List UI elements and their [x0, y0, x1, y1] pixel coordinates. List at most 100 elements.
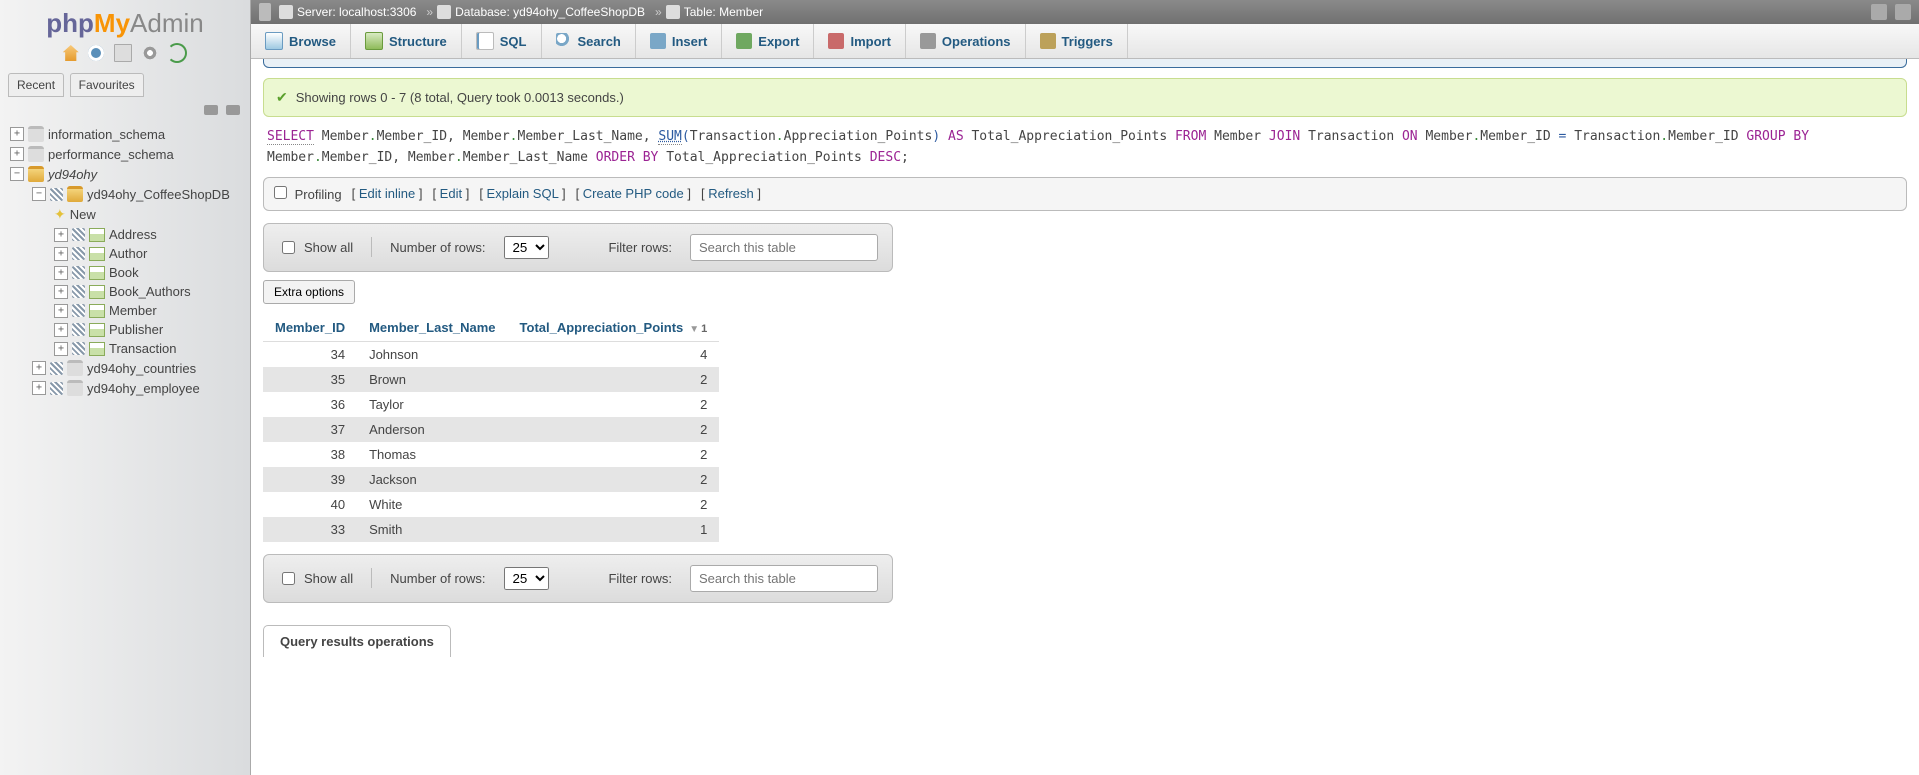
table-row[interactable]: 33Smith1 — [263, 517, 719, 542]
expand-icon[interactable]: + — [54, 342, 68, 356]
tree-item-new[interactable]: ✦New — [4, 204, 250, 225]
tree-item-book[interactable]: +Book — [4, 263, 250, 282]
profiling-checkbox[interactable]: Profiling — [274, 186, 342, 202]
table-row[interactable]: 34Johnson4 — [263, 341, 719, 367]
col-member_last_name[interactable]: Member_Last_Name — [357, 314, 507, 342]
expand-icon[interactable]: + — [54, 304, 68, 318]
tab-search[interactable]: Search — [542, 24, 636, 58]
collapse-icon[interactable]: − — [32, 187, 46, 201]
cell-member_id[interactable]: 36 — [263, 392, 357, 417]
tab-insert[interactable]: Insert — [636, 24, 722, 58]
favourites-tab[interactable]: Favourites — [70, 73, 144, 97]
breadcrumb-server[interactable]: Server: localhost:3306 — [279, 5, 416, 19]
settings-icon[interactable] — [142, 45, 158, 61]
collapse-icon[interactable]: − — [10, 167, 24, 181]
cell-total_appreciation_points[interactable]: 1 — [508, 517, 720, 542]
expand-icon[interactable]: + — [54, 266, 68, 280]
cell-total_appreciation_points[interactable]: 2 — [508, 392, 720, 417]
filter-rows-input-bottom[interactable] — [690, 565, 878, 592]
breadcrumb-database[interactable]: Database: yd94ohy_CoffeeShopDB — [437, 5, 645, 19]
cell-member_id[interactable]: 33 — [263, 517, 357, 542]
tree-item-address[interactable]: +Address — [4, 225, 250, 244]
cell-total_appreciation_points[interactable]: 2 — [508, 467, 720, 492]
expand-icon[interactable]: + — [32, 381, 46, 395]
cell-member_id[interactable]: 37 — [263, 417, 357, 442]
tree-item-yd94ohy-employee[interactable]: +yd94ohy_employee — [4, 378, 250, 398]
show-all-checkbox[interactable]: Show all — [278, 238, 353, 257]
cell-total_appreciation_points[interactable]: 2 — [508, 367, 720, 392]
tab-import[interactable]: Import — [814, 24, 905, 58]
table-row[interactable]: 38Thomas2 — [263, 442, 719, 467]
cell-member_last_name[interactable]: White — [357, 492, 507, 517]
cell-total_appreciation_points[interactable]: 2 — [508, 492, 720, 517]
expand-icon[interactable]: + — [10, 147, 24, 161]
extra-options-button[interactable]: Extra options — [263, 280, 355, 304]
tab-sql[interactable]: SQL — [462, 24, 542, 58]
cell-member_id[interactable]: 34 — [263, 341, 357, 367]
cell-member_last_name[interactable]: Smith — [357, 517, 507, 542]
query-results-operations-tab[interactable]: Query results operations — [263, 625, 451, 657]
expand-icon[interactable] — [1895, 4, 1911, 20]
tree-item-yd94ohy-countries[interactable]: +yd94ohy_countries — [4, 358, 250, 378]
cell-member_last_name[interactable]: Brown — [357, 367, 507, 392]
cell-member_id[interactable]: 38 — [263, 442, 357, 467]
nav-toggle-handle[interactable] — [259, 3, 271, 21]
cell-total_appreciation_points[interactable]: 4 — [508, 341, 720, 367]
recent-tab[interactable]: Recent — [8, 73, 64, 97]
cell-member_last_name[interactable]: Jackson — [357, 467, 507, 492]
cell-member_last_name[interactable]: Anderson — [357, 417, 507, 442]
unlink-icon[interactable] — [226, 105, 240, 115]
collapse-all-icon[interactable] — [204, 105, 218, 115]
tab-triggers[interactable]: Triggers — [1026, 24, 1128, 58]
cell-member_last_name[interactable]: Taylor — [357, 392, 507, 417]
cell-total_appreciation_points[interactable]: 2 — [508, 417, 720, 442]
tree-item-performance-schema[interactable]: +performance_schema — [4, 144, 250, 164]
cell-member_last_name[interactable]: Johnson — [357, 341, 507, 367]
docs-icon[interactable] — [114, 44, 132, 62]
expand-icon[interactable]: + — [10, 127, 24, 141]
expand-icon[interactable]: + — [54, 247, 68, 261]
tab-operations[interactable]: Operations — [906, 24, 1026, 58]
expand-icon[interactable]: + — [32, 361, 46, 375]
tab-browse[interactable]: Browse — [251, 24, 351, 58]
tab-export[interactable]: Export — [722, 24, 814, 58]
explain-sql-link[interactable]: Explain SQL — [487, 186, 559, 201]
tree-item-publisher[interactable]: +Publisher — [4, 320, 250, 339]
logout-icon[interactable] — [88, 45, 104, 61]
tree-item-transaction[interactable]: +Transaction — [4, 339, 250, 358]
show-all-checkbox-bottom[interactable]: Show all — [278, 569, 353, 588]
create-php-link[interactable]: Create PHP code — [583, 186, 684, 201]
table-row[interactable]: 39Jackson2 — [263, 467, 719, 492]
tree-item-author[interactable]: +Author — [4, 244, 250, 263]
table-row[interactable]: 36Taylor2 — [263, 392, 719, 417]
edit-link[interactable]: Edit — [440, 186, 462, 201]
table-row[interactable]: 37Anderson2 — [263, 417, 719, 442]
logo[interactable]: phpMyAdmin — [0, 0, 250, 41]
cell-total_appreciation_points[interactable]: 2 — [508, 442, 720, 467]
tab-structure[interactable]: Structure — [351, 24, 462, 58]
tree-item-member[interactable]: +Member — [4, 301, 250, 320]
expand-icon[interactable]: + — [54, 285, 68, 299]
col-member_id[interactable]: Member_ID — [263, 314, 357, 342]
tree-item-yd94ohy-coffeeshopdb[interactable]: −yd94ohy_CoffeeShopDB — [4, 184, 250, 204]
cell-member_id[interactable]: 40 — [263, 492, 357, 517]
tree-item-yd94ohy[interactable]: −yd94ohy — [4, 164, 250, 184]
tree-item-book-authors[interactable]: +Book_Authors — [4, 282, 250, 301]
cell-member_last_name[interactable]: Thomas — [357, 442, 507, 467]
expand-icon[interactable]: + — [54, 228, 68, 242]
expand-icon[interactable]: + — [54, 323, 68, 337]
num-rows-select-bottom[interactable]: 25 — [504, 567, 549, 590]
refresh-link[interactable]: Refresh — [708, 186, 754, 201]
page-settings-icon[interactable] — [1871, 4, 1887, 20]
table-row[interactable]: 40White2 — [263, 492, 719, 517]
col-total_appreciation_points[interactable]: Total_Appreciation_Points▼1 — [508, 314, 720, 342]
filter-rows-input[interactable] — [690, 234, 878, 261]
tree-item-information-schema[interactable]: +information_schema — [4, 124, 250, 144]
home-icon[interactable] — [63, 45, 79, 61]
collapsed-query-box[interactable] — [263, 59, 1907, 68]
breadcrumb-table[interactable]: Table: Member — [666, 5, 763, 19]
edit-inline-link[interactable]: Edit inline — [359, 186, 415, 201]
reload-icon[interactable] — [167, 43, 187, 63]
cell-member_id[interactable]: 35 — [263, 367, 357, 392]
cell-member_id[interactable]: 39 — [263, 467, 357, 492]
